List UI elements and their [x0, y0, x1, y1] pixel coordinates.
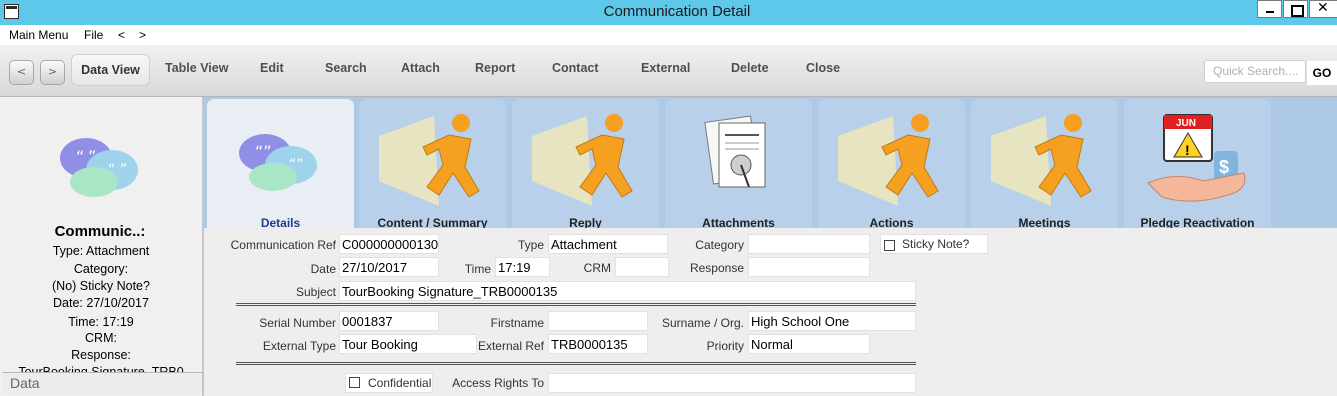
search-button[interactable]: Search [325, 61, 367, 79]
category-label: Category [695, 238, 744, 252]
tab-reply[interactable]: Reply [512, 99, 659, 230]
serial-number-field[interactable]: 0001837 [339, 311, 439, 331]
svg-text:”: ” [88, 147, 96, 166]
contact-button[interactable]: Contact [552, 61, 599, 79]
tab-strip: “” “” Details Content / Summary Reply At… [204, 97, 1337, 230]
communication-ref-field[interactable]: C000000000130 [339, 234, 439, 254]
speech-bubbles-icon: “ ” “ ” [60, 138, 138, 197]
main-content: “” “” Details Content / Summary Reply At… [204, 97, 1337, 396]
sticky-note-field: Sticky Note? [880, 234, 988, 254]
attach-button[interactable]: Attach [401, 61, 440, 79]
sticky-note-checkbox[interactable] [884, 240, 895, 251]
form-divider [236, 362, 916, 365]
access-rights-field[interactable] [548, 373, 916, 393]
close-button[interactable]: Close [806, 61, 840, 79]
svg-text:JUN: JUN [1176, 118, 1196, 129]
close-window-button[interactable] [1309, 0, 1337, 18]
maximize-button[interactable] [1283, 0, 1308, 18]
menu-bar: Main Menu File < > [0, 25, 1337, 45]
subject-field[interactable]: TourBooking Signature_TRB0000135 [339, 281, 916, 301]
calendar-warning-hand-icon: JUN ! $ [1147, 114, 1246, 202]
window-title: Communication Detail [603, 3, 751, 20]
svg-text:“: “ [108, 162, 115, 178]
svg-text:“: “ [76, 147, 84, 166]
tab-pledge-reactivation[interactable]: JUN ! $ Pledge Reactivation [1124, 99, 1271, 230]
firstname-label: Firstname [490, 316, 544, 330]
svg-text:”: ” [120, 162, 127, 178]
type-label: Type [517, 238, 544, 252]
surname-field[interactable]: High School One [748, 311, 916, 331]
firstname-field[interactable] [548, 311, 648, 331]
summary-line-time: Time: 17:19 [68, 315, 134, 329]
summary-line-date: Date: 27/10/2017 [53, 296, 149, 310]
tab-details[interactable]: “” “” Details [207, 99, 354, 230]
pinned-documents-icon [704, 115, 766, 188]
summary-panel: “ ” “ ” Communic..: Type: Attachment Cat… [0, 97, 204, 396]
running-man-icon [838, 114, 939, 206]
external-ref-label: External Ref [477, 339, 544, 353]
minimize-button[interactable] [1257, 0, 1282, 18]
quick-search-input[interactable]: Quick Search.... [1204, 60, 1306, 83]
toolbar: < > Data View Table View Edit Search Att… [0, 45, 1337, 97]
nav-forward-button[interactable]: > [40, 60, 65, 85]
external-button[interactable]: External [641, 61, 690, 79]
crm-field[interactable] [615, 257, 669, 277]
serial-number-label: Serial Number [259, 316, 336, 330]
summary-line-response: Response: [71, 348, 131, 362]
tab-content-summary[interactable]: Content / Summary [359, 99, 506, 230]
running-man-icon [379, 114, 480, 206]
menu-back[interactable]: < [118, 28, 125, 42]
tab-meetings[interactable]: Meetings [971, 99, 1118, 230]
external-ref-field[interactable]: TRB0000135 [548, 334, 648, 354]
surname-label: Surname / Org. [661, 316, 744, 330]
summary-title: Communic..: [54, 223, 146, 240]
running-man-icon [532, 114, 633, 206]
svg-text:“”: “” [255, 142, 272, 161]
svg-text:!: ! [1185, 142, 1190, 158]
date-label: Date [310, 262, 336, 276]
priority-label: Priority [706, 339, 744, 353]
tab-attachments[interactable]: Attachments [665, 99, 812, 230]
nav-back-button[interactable]: < [9, 60, 34, 85]
form-divider [236, 303, 916, 306]
access-rights-label: Access Rights To [452, 376, 544, 390]
menu-forward[interactable]: > [139, 28, 146, 42]
table-view-button[interactable]: Table View [165, 61, 228, 79]
speech-bubbles-icon: “” “” [239, 134, 317, 191]
summary-line-sticky: (No) Sticky Note? [52, 279, 150, 293]
summary-line-crm: CRM: [85, 331, 117, 345]
edit-button[interactable]: Edit [260, 61, 284, 79]
crm-label: CRM [583, 261, 611, 275]
response-field[interactable] [748, 257, 870, 277]
external-type-label: External Type [262, 339, 336, 353]
go-button[interactable]: GO [1307, 61, 1337, 85]
delete-button[interactable]: Delete [731, 61, 769, 79]
title-bar: Communication Detail [0, 0, 1337, 25]
menu-main[interactable]: Main Menu [9, 28, 68, 42]
response-label: Response [689, 261, 744, 275]
time-label: Time [464, 262, 491, 276]
running-man-icon [991, 114, 1092, 206]
date-field[interactable]: 27/10/2017 [339, 257, 439, 277]
type-field[interactable]: Attachment [548, 234, 668, 254]
svg-text:$: $ [1219, 157, 1229, 177]
data-section-header[interactable]: Data [2, 372, 202, 394]
communication-ref-label: Communication Ref [230, 238, 336, 252]
detail-form: Communication Ref C000000000130 Type Att… [204, 228, 1337, 396]
subject-label: Subject [295, 285, 336, 299]
external-type-field[interactable]: Tour Booking [339, 334, 477, 354]
svg-text:“”: “” [289, 157, 304, 173]
tab-actions[interactable]: Actions [818, 99, 965, 230]
summary-line-type: Type: Attachment [52, 244, 150, 258]
data-view-button[interactable]: Data View [71, 54, 150, 86]
report-button[interactable]: Report [475, 61, 515, 79]
category-field[interactable] [748, 234, 870, 254]
priority-field[interactable]: Normal [748, 334, 870, 354]
summary-line-category: Category: [73, 262, 129, 276]
time-field[interactable]: 17:19 [495, 257, 550, 277]
menu-file[interactable]: File [84, 28, 103, 42]
confidential-checkbox[interactable] [349, 377, 360, 388]
